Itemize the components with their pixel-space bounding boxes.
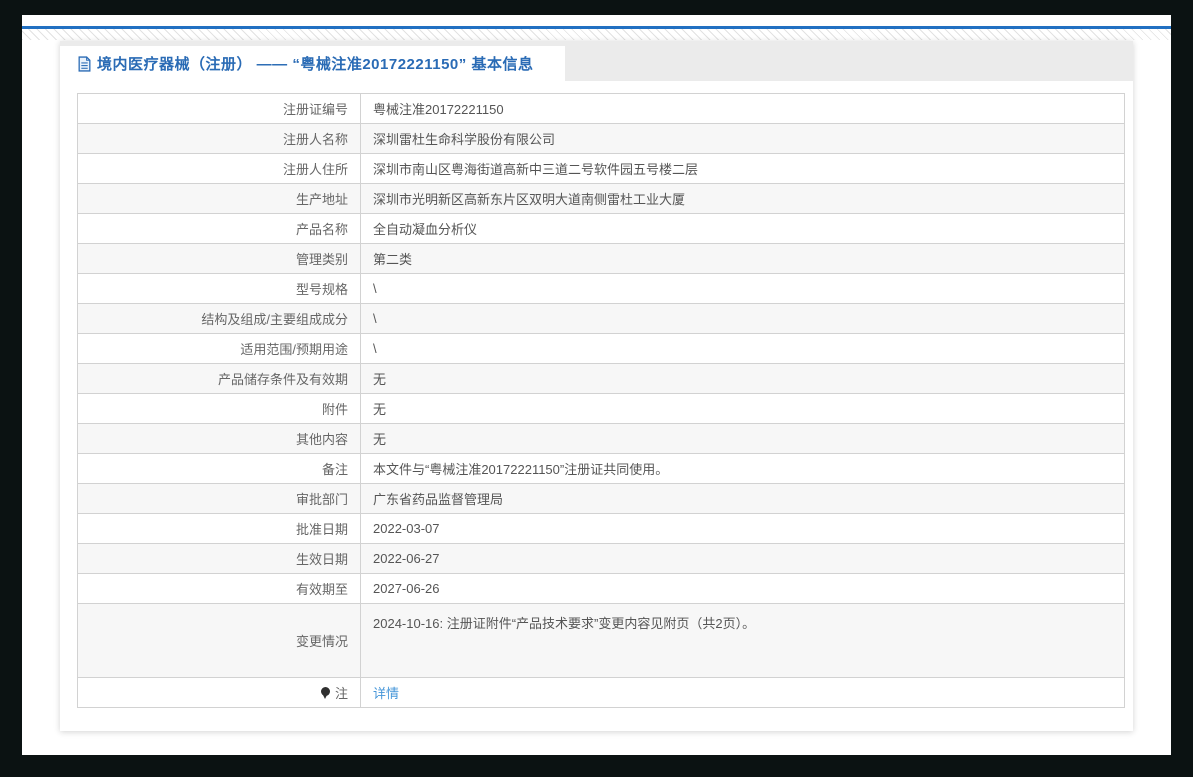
row-value: 第二类 — [360, 243, 1125, 274]
table-row: 适用范围/预期用途 \ — [77, 333, 1125, 364]
row-label: 注册人住所 — [77, 153, 361, 184]
row-label: 生产地址 — [77, 183, 361, 214]
row-value: 全自动凝血分析仪 — [360, 213, 1125, 244]
row-value: 无 — [360, 363, 1125, 394]
page: 境内医疗器械（注册） —— “粤械注准20172221150” 基本信息 注册证… — [22, 15, 1171, 755]
table-row: 产品储存条件及有效期无 — [77, 363, 1125, 394]
page-title: 境内医疗器械（注册） —— “粤械注准20172221150” 基本信息 — [97, 56, 534, 73]
hatch-band — [22, 29, 1171, 40]
row-label: 变更情况 — [77, 603, 361, 678]
table-row: 产品名称 全自动凝血分析仪 — [77, 213, 1125, 244]
table-row: 注详情 — [77, 677, 1125, 708]
table-row: 批准日期 2022-03-07 — [77, 513, 1125, 544]
row-label: 型号规格 — [77, 273, 361, 304]
row-value: \ — [360, 333, 1125, 364]
table-row: 备注 本文件与“粤械注准20172221150”注册证共同使用。 — [77, 453, 1125, 484]
row-label: 注册人名称 — [77, 123, 361, 154]
table-row: 管理类别 第二类 — [77, 243, 1125, 274]
row-label: 审批部门 — [77, 483, 361, 514]
table-row: 变更情况 2024-10-16: 注册证附件“产品技术要求”变更内容见附页（共2页… — [77, 603, 1125, 678]
row-label: 有效期至 — [77, 573, 361, 604]
row-value: 无 — [360, 393, 1125, 424]
table-row: 其他内容无 — [77, 423, 1125, 454]
row-value: 详情 — [360, 677, 1125, 708]
row-value: 2022-03-07 — [360, 513, 1125, 544]
row-label: 产品名称 — [77, 213, 361, 244]
table-row: 型号规格 \ — [77, 273, 1125, 304]
title-tab: 境内医疗器械（注册） —— “粤械注准20172221150” 基本信息 — [60, 46, 565, 81]
detail-link[interactable]: 详情 — [373, 686, 399, 701]
row-label: 批准日期 — [77, 513, 361, 544]
row-value: 无 — [360, 423, 1125, 454]
table-row: 注册人住所 深圳市南山区粤海街道高新中三道二号软件园五号楼二层 — [77, 153, 1125, 184]
row-value: 广东省药品监督管理局 — [360, 483, 1125, 514]
row-value: 深圳市南山区粤海街道高新中三道二号软件园五号楼二层 — [360, 153, 1125, 184]
table-row: 注册证编号 粤械注准20172221150 — [77, 93, 1125, 124]
row-label: 适用范围/预期用途 — [77, 333, 361, 364]
document-icon — [77, 55, 92, 72]
table-row: 审批部门 广东省药品监督管理局 — [77, 483, 1125, 514]
row-value: 2027-06-26 — [360, 573, 1125, 604]
row-value: 粤械注准20172221150 — [360, 93, 1125, 124]
info-table: 注册证编号 粤械注准20172221150 注册人名称 深圳雷杜生命科学股份有限公司注… — [77, 93, 1125, 708]
row-value: \ — [360, 303, 1125, 334]
row-label: 注 — [77, 677, 361, 708]
row-value: 2022-06-27 — [360, 543, 1125, 574]
row-label: 结构及组成/主要组成成分 — [77, 303, 361, 334]
row-label: 注册证编号 — [77, 93, 361, 124]
info-card: 境内医疗器械（注册） —— “粤械注准20172221150” 基本信息 注册证… — [60, 41, 1133, 731]
row-label: 产品储存条件及有效期 — [77, 363, 361, 394]
row-label: 生效日期 — [77, 543, 361, 574]
row-value: 深圳市光明新区高新东片区双明大道南侧雷杜工业大厦 — [360, 183, 1125, 214]
info-table-body: 注册证编号 粤械注准20172221150 注册人名称 深圳雷杜生命科学股份有限公司注… — [77, 93, 1125, 708]
row-label: 管理类别 — [77, 243, 361, 274]
row-value: 2024-10-16: 注册证附件“产品技术要求”变更内容见附页（共2页）。 — [360, 603, 1125, 678]
table-row: 生产地址 深圳市光明新区高新东片区双明大道南侧雷杜工业大厦 — [77, 183, 1125, 214]
note-balloon-icon — [320, 687, 332, 700]
row-value: 深圳雷杜生命科学股份有限公司 — [360, 123, 1125, 154]
table-row: 结构及组成/主要组成成分 \ — [77, 303, 1125, 334]
row-label: 备注 — [77, 453, 361, 484]
card-header: 境内医疗器械（注册） —— “粤械注准20172221150” 基本信息 — [60, 41, 1133, 81]
row-value: \ — [360, 273, 1125, 304]
row-label: 附件 — [77, 393, 361, 424]
row-value: 本文件与“粤械注准20172221150”注册证共同使用。 — [360, 453, 1125, 484]
row-label: 其他内容 — [77, 423, 361, 454]
table-row: 生效日期 2022-06-27 — [77, 543, 1125, 574]
table-row: 注册人名称 深圳雷杜生命科学股份有限公司 — [77, 123, 1125, 154]
table-row: 有效期至 2027-06-26 — [77, 573, 1125, 604]
table-row: 附件无 — [77, 393, 1125, 424]
